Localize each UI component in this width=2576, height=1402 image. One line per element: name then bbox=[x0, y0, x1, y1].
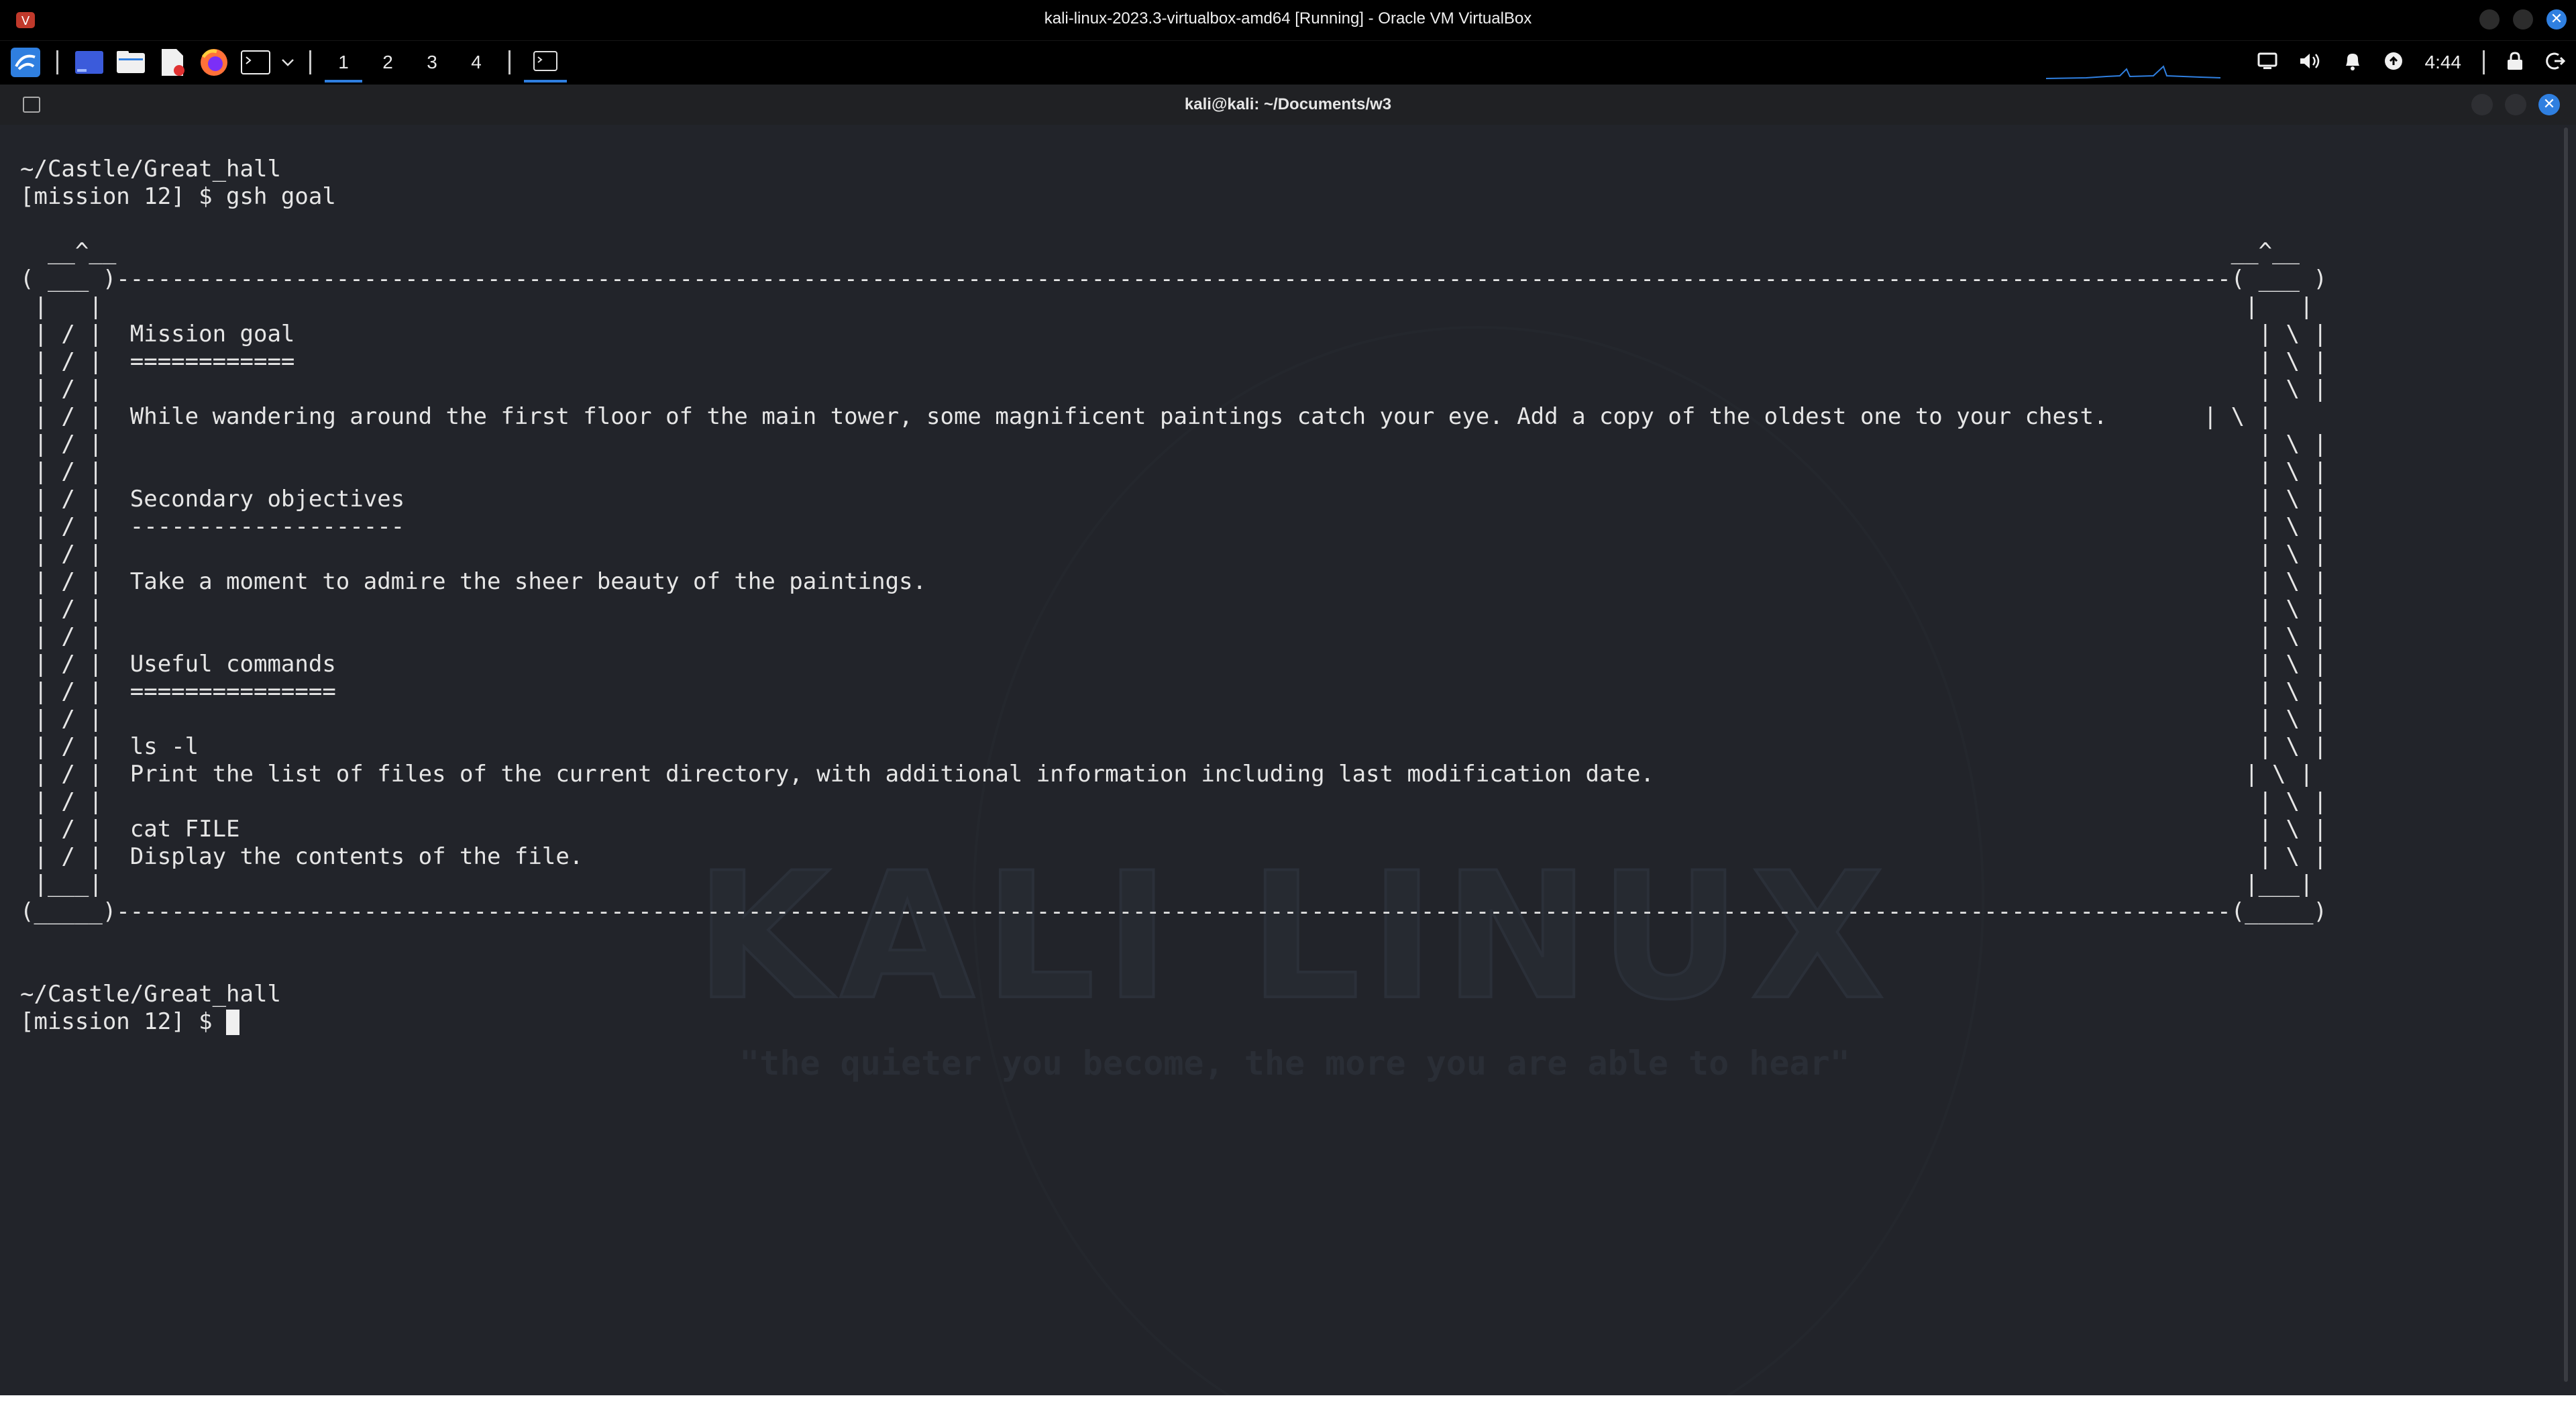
terminal-emulator-icon[interactable] bbox=[238, 45, 273, 80]
vm-bottom-edge bbox=[0, 1395, 2576, 1402]
file-manager-icon[interactable] bbox=[113, 45, 148, 80]
workspace-2[interactable]: 2 bbox=[369, 45, 407, 80]
terminal-icon bbox=[533, 51, 557, 74]
terminal-body[interactable]: KALI LINUX "the quieter you become, the … bbox=[0, 125, 2576, 1395]
panel-separator bbox=[56, 50, 58, 74]
text-cursor bbox=[226, 1010, 240, 1035]
workspace-4[interactable]: 4 bbox=[458, 45, 495, 80]
maximize-icon[interactable] bbox=[2505, 94, 2526, 115]
taskbar-terminal-button[interactable] bbox=[524, 45, 567, 83]
panel-separator bbox=[2483, 50, 2485, 74]
terminal-text: ~/Castle/Great_hall [mission 12] $ gsh g… bbox=[20, 156, 2327, 1035]
lock-icon[interactable] bbox=[2506, 51, 2524, 74]
maximize-icon[interactable] bbox=[2513, 9, 2533, 30]
terminal-scrollbar[interactable] bbox=[2564, 127, 2568, 1382]
window-title: kali-linux-2023.3-virtualbox-amd64 [Runn… bbox=[1044, 9, 1532, 28]
notification-bell-icon[interactable] bbox=[2343, 51, 2362, 74]
terminal-output: ~/Castle/Great_hall [mission 12] $ gsh g… bbox=[20, 156, 2327, 1036]
close-icon[interactable]: ✕ bbox=[2546, 9, 2567, 30]
volume-icon[interactable] bbox=[2299, 52, 2322, 73]
terminal-window-icon[interactable] bbox=[72, 45, 107, 80]
terminal-title: kali@kali: ~/Documents/w3 bbox=[1184, 95, 1392, 113]
kali-quote-watermark: "the quieter you become, the more you ar… bbox=[739, 1044, 1850, 1083]
system-tray: 4:44 bbox=[2257, 45, 2566, 80]
minimize-icon[interactable] bbox=[2479, 9, 2500, 30]
top-panel: 1 2 3 4 4:44 bbox=[0, 40, 2576, 84]
terminal-window-controls: ✕ bbox=[2471, 94, 2560, 115]
workspace-1[interactable]: 1 bbox=[325, 45, 362, 83]
minimize-icon[interactable] bbox=[2471, 94, 2493, 115]
logout-icon[interactable] bbox=[2545, 51, 2566, 74]
close-icon[interactable]: ✕ bbox=[2538, 94, 2560, 115]
panel-separator bbox=[508, 50, 511, 74]
clock[interactable]: 4:44 bbox=[2425, 52, 2462, 73]
terminal-titlebar: kali@kali: ~/Documents/w3 ✕ bbox=[0, 85, 2576, 125]
network-monitor-graph bbox=[2045, 45, 2221, 80]
panel-launchers: 1 2 3 4 bbox=[8, 45, 567, 83]
firefox-icon[interactable] bbox=[197, 45, 231, 80]
workspace-3[interactable]: 3 bbox=[413, 45, 451, 80]
display-icon[interactable] bbox=[2257, 52, 2277, 72]
chevron-down-icon[interactable] bbox=[280, 45, 296, 80]
window-controls: ✕ bbox=[2479, 9, 2567, 30]
virtualbox-titlebar: V kali-linux-2023.3-virtualbox-amd64 [Ru… bbox=[0, 0, 2576, 40]
update-icon[interactable] bbox=[2383, 51, 2404, 74]
panel-separator bbox=[309, 50, 311, 74]
text-editor-icon[interactable] bbox=[155, 45, 190, 80]
kali-menu-icon[interactable] bbox=[8, 45, 43, 80]
